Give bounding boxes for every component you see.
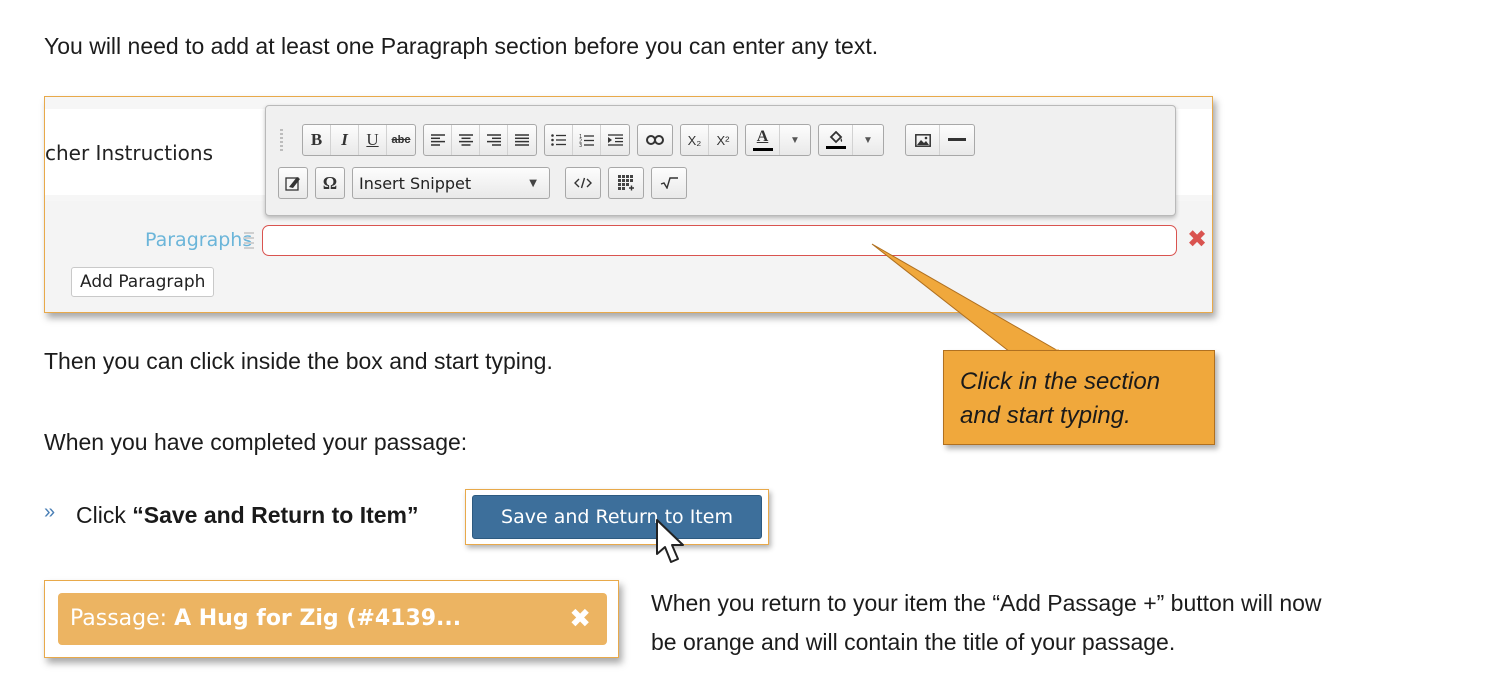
background-color-button[interactable] xyxy=(819,125,853,155)
toolbar-row-2: Ω Insert Snippet ▼ xyxy=(278,167,694,199)
align-right-icon[interactable] xyxy=(480,125,508,155)
subscript-button[interactable]: X₂ xyxy=(681,125,709,155)
background-color-swatch xyxy=(825,146,846,149)
mouse-cursor-icon xyxy=(656,519,684,563)
link-icon[interactable] xyxy=(638,125,672,155)
passage-badge-screenshot: Passage: A Hug for Zig (#4139... ✖ xyxy=(44,580,619,658)
italic-button[interactable]: I xyxy=(331,125,359,155)
format-group: B I U abc xyxy=(302,124,416,156)
text-color-swatch xyxy=(752,148,773,151)
align-group xyxy=(423,124,537,156)
then-text: Then you can click inside the box and st… xyxy=(44,348,553,374)
clean-group xyxy=(278,167,308,199)
text-color-dropdown-icon[interactable]: ▼ xyxy=(780,125,810,155)
insert-snippet-label: Insert Snippet xyxy=(359,173,472,193)
bold-button[interactable]: B xyxy=(303,125,331,155)
insert-snippet-select[interactable]: Insert Snippet ▼ xyxy=(353,168,549,198)
return-text-line-1: When you return to your item the “Add Pa… xyxy=(651,590,1322,616)
callout-line-2: and start typing. xyxy=(960,402,1131,429)
horizontal-rule-icon[interactable] xyxy=(940,125,974,155)
close-icon[interactable]: ✖ xyxy=(569,593,591,645)
table-group xyxy=(608,167,644,199)
image-group xyxy=(905,124,975,156)
link-group xyxy=(637,124,673,156)
script-group: X₂ X² xyxy=(680,124,738,156)
snippet-group: Insert Snippet ▼ xyxy=(352,167,550,199)
save-button-screenshot: Save and Return to Item xyxy=(465,489,769,545)
passage-prefix: Passage: xyxy=(70,606,175,631)
text-color-button[interactable]: A xyxy=(746,125,780,155)
align-left-icon[interactable] xyxy=(424,125,452,155)
teacher-instructions-label: cher Instructions xyxy=(45,141,214,165)
add-paragraph-button[interactable]: Add Paragraph xyxy=(71,267,215,297)
remove-paragraph-icon[interactable]: ✖ xyxy=(1187,227,1207,253)
background-color-dropdown-icon[interactable]: ▼ xyxy=(853,125,883,155)
text-color-icon: A xyxy=(756,128,769,145)
svg-text:3: 3 xyxy=(579,143,582,147)
step-bold: “Save and Return to Item” xyxy=(132,502,419,528)
text-color-group: A ▼ xyxy=(745,124,811,156)
rich-text-toolbar: B I U abc 1 2 3 X₂ X² A ▼ ▼ Ω Insert Sni… xyxy=(265,105,1176,216)
align-justify-icon[interactable] xyxy=(508,125,536,155)
paragraphs-row xyxy=(45,201,1212,312)
bullet-icon: » xyxy=(44,501,56,523)
image-icon[interactable] xyxy=(906,125,940,155)
paragraphs-label: Paragraphs xyxy=(145,229,253,251)
passage-title: A Hug for Zig (#4139... xyxy=(174,606,462,631)
chevron-down-icon: ▼ xyxy=(529,177,537,189)
return-text-line-2: be orange and will contain the title of … xyxy=(651,629,1176,655)
toolbar-row-1: B I U abc 1 2 3 X₂ X² A ▼ ▼ xyxy=(280,124,982,156)
source-group xyxy=(565,167,601,199)
completed-text: When you have completed your passage: xyxy=(44,429,468,455)
indent-icon[interactable] xyxy=(601,125,629,155)
math-group xyxy=(651,167,687,199)
align-center-icon[interactable] xyxy=(452,125,480,155)
bg-color-group: ▼ xyxy=(818,124,884,156)
underline-button[interactable]: U xyxy=(359,125,387,155)
bullet-list-icon[interactable] xyxy=(545,125,573,155)
source-code-icon[interactable] xyxy=(566,168,600,198)
superscript-button[interactable]: X² xyxy=(709,125,737,155)
passage-button[interactable]: Passage: A Hug for Zig (#4139... ✖ xyxy=(58,593,607,645)
drag-handle-icon[interactable] xyxy=(244,232,254,252)
special-char-group: Ω xyxy=(315,167,345,199)
list-group: 123 xyxy=(544,124,630,156)
save-and-return-button[interactable]: Save and Return to Item xyxy=(472,495,762,539)
table-icon[interactable] xyxy=(609,168,643,198)
paragraph-input[interactable] xyxy=(262,225,1177,256)
toolbar-grip-icon[interactable] xyxy=(280,129,286,151)
callout-line-1: Click in the section xyxy=(960,368,1161,395)
editor-screenshot: cher Instructions Paragraphs ✖ Add Parag… xyxy=(44,96,1213,313)
step-prefix: Click xyxy=(76,502,133,528)
paint-bucket-icon xyxy=(829,131,842,144)
strikethrough-button[interactable]: abc xyxy=(387,125,415,155)
step-instruction: Click “Save and Return to Item” xyxy=(76,500,419,530)
special-character-button[interactable]: Ω xyxy=(316,168,344,198)
square-root-icon[interactable] xyxy=(652,168,686,198)
numbered-list-icon[interactable]: 123 xyxy=(573,125,601,155)
callout-box: Click in the section and start typing. xyxy=(943,350,1215,445)
remove-format-icon[interactable] xyxy=(279,168,307,198)
intro-text: You will need to add at least one Paragr… xyxy=(44,33,879,59)
